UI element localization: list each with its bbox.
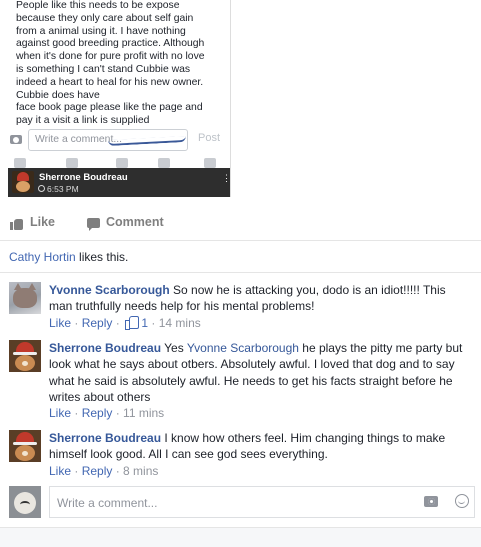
likes-summary: Cathy Hortin likes this. xyxy=(9,250,128,264)
comment-time[interactable]: 14 mins xyxy=(159,316,201,330)
like-button[interactable]: Like xyxy=(30,215,55,229)
emoji-icon[interactable] xyxy=(455,494,469,508)
comment-like-link[interactable]: Like xyxy=(49,316,71,330)
globe-icon xyxy=(158,158,170,168)
globe-icon xyxy=(38,185,45,192)
avatar[interactable] xyxy=(9,430,41,462)
comment-like-link[interactable]: Like xyxy=(49,464,71,478)
write-comment-row: Write a comment... xyxy=(0,484,481,520)
comment-meta: Like · Reply · 11 mins xyxy=(49,406,165,420)
embedded-author-overlay: Sherrone Boudreau 6:53 PM ⋮ xyxy=(8,168,231,197)
avatar xyxy=(9,486,41,518)
news-feed-icon xyxy=(14,158,26,168)
divider xyxy=(0,272,481,273)
comment-reply-link[interactable]: Reply xyxy=(82,464,113,478)
comment-body: Yvonne Scarborough So now he is attackin… xyxy=(49,282,469,315)
comment-meta: Like · Reply · 1 · 14 mins xyxy=(49,316,201,330)
more-options-icon: ⋮ xyxy=(222,173,231,183)
avatar xyxy=(12,171,34,193)
comment-input[interactable]: Write a comment... xyxy=(49,486,475,518)
embedded-post-text: People like this needs to be expose beca… xyxy=(16,0,205,127)
post-action-bar: Like Comment xyxy=(0,207,481,241)
comment-meta: Like · Reply · 8 mins xyxy=(49,464,159,478)
avatar[interactable] xyxy=(9,282,41,314)
comment-button[interactable]: Comment xyxy=(106,215,164,229)
embedded-post-time: 6:53 PM xyxy=(47,184,79,194)
comment-icon xyxy=(87,218,100,231)
comment-time[interactable]: 8 mins xyxy=(123,464,158,478)
commenter-name[interactable]: Sherrone Boudreau xyxy=(49,341,161,355)
commenter-name[interactable]: Sherrone Boudreau xyxy=(49,431,161,445)
friends-icon xyxy=(66,158,78,168)
comment-reply-link[interactable]: Reply xyxy=(82,406,113,420)
embedded-author-name: Sherrone Boudreau xyxy=(39,172,128,183)
comment-body: Sherrone Boudreau I know how others feel… xyxy=(49,430,469,463)
comment-reply-link[interactable]: Reply xyxy=(82,316,113,330)
likes-suffix: likes this. xyxy=(75,250,129,264)
like-count-icon xyxy=(125,316,140,330)
camera-icon[interactable] xyxy=(424,496,438,507)
mention-link[interactable]: Yvonne Scarborough xyxy=(187,341,299,355)
embedded-post-label: Post xyxy=(198,132,221,144)
camera-icon xyxy=(10,135,22,144)
comment-body: Sherrone Boudreau Yes Yvonne Scarborough… xyxy=(49,341,463,405)
bottom-bar xyxy=(0,527,481,547)
menu-icon xyxy=(204,158,216,168)
like-icon xyxy=(10,218,24,230)
commenter-name[interactable]: Yvonne Scarborough xyxy=(49,283,170,297)
embedded-comment-row: Write a comment... Post xyxy=(8,126,230,156)
messenger-icon xyxy=(116,158,128,168)
comment-like-link[interactable]: Like xyxy=(49,406,71,420)
comment-time[interactable]: 11 mins xyxy=(123,406,164,420)
embedded-post-screenshot: People like this needs to be expose beca… xyxy=(8,0,231,197)
liker-name-link[interactable]: Cathy Hortin xyxy=(9,250,76,264)
avatar[interactable] xyxy=(9,340,41,372)
